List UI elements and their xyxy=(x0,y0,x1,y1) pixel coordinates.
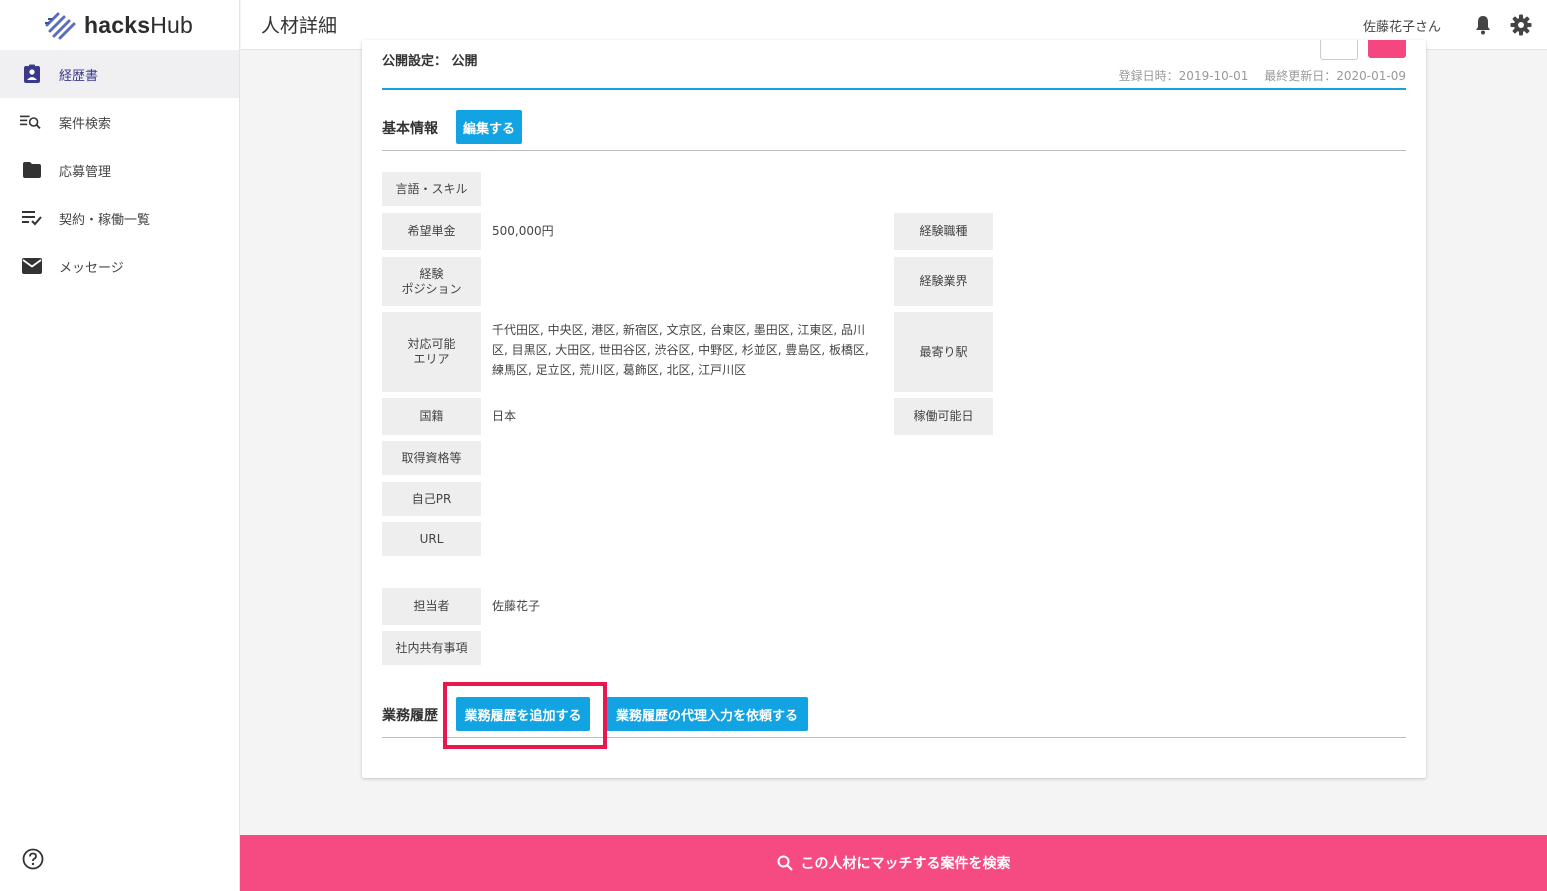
edit-button[interactable]: 編集する xyxy=(456,110,522,144)
highlight-box xyxy=(443,682,607,749)
search-list-icon xyxy=(20,110,44,134)
card-top-outline-button[interactable] xyxy=(1320,40,1358,60)
value-nationality: 日本 xyxy=(492,409,517,423)
search-matching-jobs-button[interactable]: この人材にマッチする案件を検索 xyxy=(240,835,1547,891)
hackshub-logo-icon xyxy=(44,10,78,40)
record-dates: 登録日時：2019-10-01 最終更新日：2020-01-09 xyxy=(1107,67,1406,84)
label-internal-notes: 社内共有事項 xyxy=(382,631,481,665)
sidebar-item-applications[interactable]: 応募管理 xyxy=(0,146,239,194)
page-title: 人材詳細 xyxy=(261,15,338,37)
divider xyxy=(382,88,1406,90)
label-available: 稼働可能日 xyxy=(894,398,993,435)
resume-icon xyxy=(20,62,44,86)
label-pr: 自己PR xyxy=(382,482,481,516)
sidebar-item-job-search[interactable]: 案件検索 xyxy=(0,98,239,146)
registered-date: 登録日時：2019-10-01 xyxy=(1118,69,1249,83)
sidebar-item-label: 契約・稼働一覧 xyxy=(59,212,151,228)
label-nationality: 国籍 xyxy=(382,398,481,435)
sidebar-item-contracts[interactable]: 契約・稼働一覧 xyxy=(0,194,239,242)
user-name[interactable]: 佐藤花子さん xyxy=(1363,16,1441,35)
checklist-icon xyxy=(20,206,44,230)
work-history-title: 業務履歴 xyxy=(382,708,438,724)
value-manager: 佐藤花子 xyxy=(492,599,541,613)
label-manager: 担当者 xyxy=(382,588,481,625)
label-url: URL xyxy=(382,522,481,556)
sidebar-item-label: 応募管理 xyxy=(59,164,112,180)
updated-date: 最終更新日：2020-01-09 xyxy=(1264,69,1406,83)
search-matching-jobs-label: この人材にマッチする案件を検索 xyxy=(800,856,1011,872)
bell-icon[interactable] xyxy=(1471,13,1495,37)
label-rate: 希望単金 xyxy=(382,213,481,250)
label-industry: 経験業界 xyxy=(894,257,993,306)
publish-setting: 公開設定： 公開 xyxy=(382,54,478,69)
label-skills: 言語・スキル xyxy=(382,172,481,206)
basic-info-title: 基本情報 xyxy=(382,121,438,137)
value-rate: 500,000円 xyxy=(492,224,554,238)
label-station: 最寄り駅 xyxy=(894,312,993,392)
sidebar: hacksHub 経歴書 案件検索 応募管理 契約・稼働一覧 メッセージ xyxy=(0,0,240,891)
sidebar-item-messages[interactable]: メッセージ xyxy=(0,242,239,290)
sidebar-item-label: 経歴書 xyxy=(59,68,99,84)
help-icon[interactable] xyxy=(22,848,44,870)
divider xyxy=(382,150,1406,151)
gear-icon[interactable] xyxy=(1509,13,1533,37)
app-logo[interactable]: hacksHub xyxy=(0,0,239,50)
request-proxy-input-button[interactable]: 業務履歴の代理入力を依頼する xyxy=(606,697,808,731)
logo-text: hacksHub xyxy=(84,11,194,38)
search-icon xyxy=(777,855,793,871)
label-area: 対応可能 エリア xyxy=(382,312,481,392)
sidebar-nav: 経歴書 案件検索 応募管理 契約・稼働一覧 メッセージ xyxy=(0,50,239,290)
folder-icon xyxy=(20,158,44,182)
label-position: 経験 ポジション xyxy=(382,257,481,306)
profile-card: 公開設定： 公開 登録日時：2019-10-01 最終更新日：2020-01-0… xyxy=(362,40,1426,778)
value-area: 千代田区, 中央区, 港区, 新宿区, 文京区, 台東区, 墨田区, 江東区, … xyxy=(492,323,869,377)
label-job-type: 経験職種 xyxy=(894,213,993,250)
sidebar-item-label: メッセージ xyxy=(59,260,124,276)
sidebar-item-resume[interactable]: 経歴書 xyxy=(0,50,239,98)
sidebar-item-label: 案件検索 xyxy=(59,116,112,132)
mail-icon xyxy=(20,254,44,278)
card-top-pink-button[interactable] xyxy=(1368,40,1406,58)
label-qualification: 取得資格等 xyxy=(382,441,481,475)
